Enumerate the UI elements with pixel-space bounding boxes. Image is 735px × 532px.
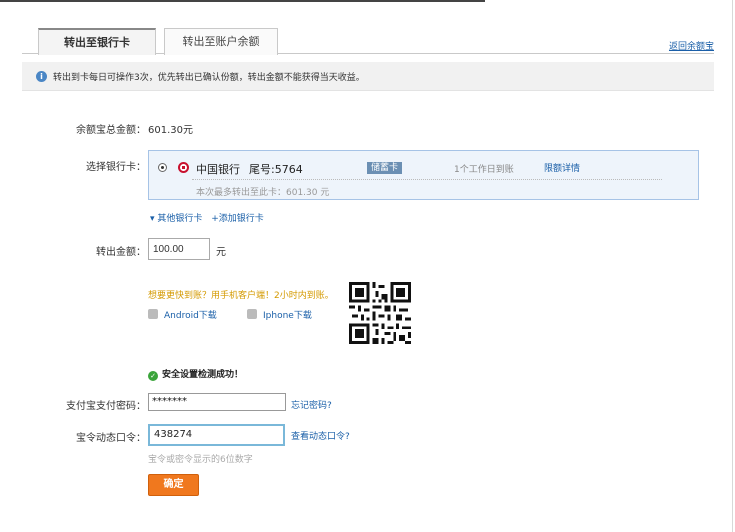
info-icon: i	[36, 71, 47, 82]
total-amount-value: 601.30元	[148, 125, 193, 136]
top-border-gap	[485, 0, 735, 2]
select-bank-label: 选择银行卡：	[86, 162, 146, 173]
apple-icon	[247, 309, 257, 319]
transfer-amount-input[interactable]	[148, 238, 210, 260]
amount-unit: 元	[216, 247, 226, 258]
bank-card-option[interactable]: 中国银行 尾号:5764 储蓄卡 1个工作日到账 限额详情 本次最多转出至此卡：…	[148, 150, 699, 200]
android-download-link[interactable]: Android下载	[148, 308, 217, 321]
divider	[192, 179, 662, 180]
total-amount-label: 余额宝总金额：	[76, 125, 146, 136]
payment-password-label: 支付宝支付密码：	[66, 401, 146, 412]
card-tail-number: 尾号:5764	[249, 163, 303, 176]
add-card-link[interactable]: +添加银行卡	[211, 214, 264, 224]
tab-to-bank-card[interactable]: 转出至银行卡	[38, 28, 156, 55]
notice-text: 转出到卡每日可操作3次，优先转出已确认份额，转出金额不能获得当天收益。	[53, 73, 365, 83]
card-type-badge: 储蓄卡	[367, 162, 403, 174]
mobile-promo-text: 想要更快到账？用手机客户端！2小时内到账。	[148, 291, 334, 301]
notice-bar: i 转出到卡每日可操作3次，优先转出已确认份额，转出金额不能获得当天收益。	[22, 62, 714, 91]
limit-details-link[interactable]: 限额详情	[544, 161, 580, 174]
android-icon	[148, 309, 158, 319]
view-otp-link[interactable]: 查看动态口令?	[291, 429, 350, 442]
bank-name: 中国银行	[196, 163, 240, 176]
boc-logo-icon	[178, 162, 189, 173]
otp-input[interactable]: 438274	[148, 424, 285, 446]
security-check-status: ✓ 安全设置检测成功！	[148, 367, 243, 381]
iphone-download-link[interactable]: Iphone下载	[247, 308, 312, 321]
other-cards-link[interactable]: ▾ 其他银行卡	[150, 214, 202, 224]
confirm-button[interactable]: 确定	[148, 474, 199, 496]
card-links: ▾ 其他银行卡 +添加银行卡	[150, 211, 270, 224]
check-icon: ✓	[148, 371, 158, 381]
otp-hint: 宝令或密令显示的6位数字	[148, 455, 253, 465]
right-border	[732, 0, 733, 532]
transfer-amount-label: 转出金额：	[96, 247, 146, 258]
max-transfer-text: 本次最多转出至此卡：601.30 元	[196, 188, 330, 198]
otp-label: 宝令动态口令：	[76, 433, 146, 444]
qr-code-icon	[349, 282, 411, 344]
forgot-password-link[interactable]: 忘记密码?	[291, 398, 332, 411]
tab-bar: 转出至银行卡 转出至账户余额 返回余额宝	[22, 28, 714, 55]
payment-password-input[interactable]: *******	[148, 393, 286, 411]
arrival-time: 1个工作日到账	[454, 165, 514, 175]
bank-radio[interactable]	[158, 163, 167, 172]
back-to-yuebao-link[interactable]: 返回余额宝	[669, 39, 714, 52]
tab-to-account-balance[interactable]: 转出至账户余额	[164, 28, 278, 55]
